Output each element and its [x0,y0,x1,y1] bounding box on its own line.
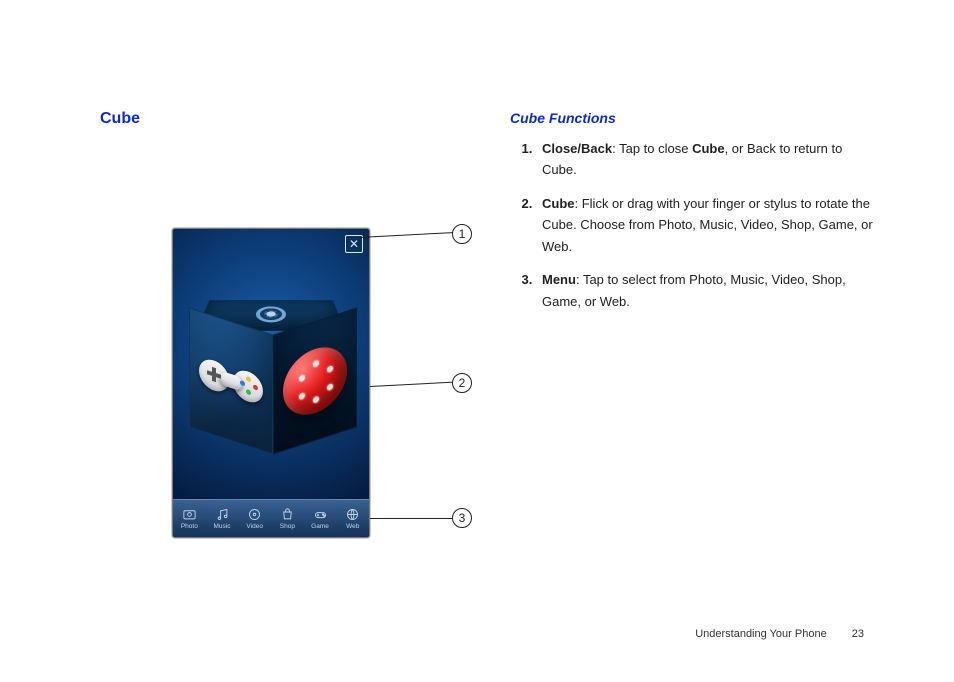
callout-1: 1 [452,224,472,244]
callout-line [359,232,453,238]
callout-3: 3 [452,508,472,528]
menu-label: Web [346,523,359,530]
desc-a: : Flick or drag with your finger or styl… [542,196,873,254]
function-item-3: Menu: Tap to select from Photo, Music, V… [536,269,874,312]
section-heading: Cube [100,110,470,128]
film-reel-icon [255,306,287,322]
left-column: Cube ✕ [100,110,470,528]
shop-icon [280,507,295,522]
desc-a: : Tap to close [612,141,692,156]
red-disc-icon [283,339,347,424]
right-column: Cube Functions Close/Back: Tap to close … [510,110,874,528]
function-item-2: Cube: Flick or drag with your finger or … [536,193,874,257]
menu-label: Music [214,523,231,530]
figure-wrapper: ✕ [100,168,470,528]
menu-label: Photo [181,523,198,530]
music-icon [215,507,230,522]
menu-item-web[interactable]: Web [336,500,369,537]
footer-section: Understanding Your Phone [695,628,827,640]
menu-item-shop[interactable]: Shop [271,500,304,537]
video-icon [247,507,262,522]
menu-bar: Photo Music Video Shop [173,499,369,537]
phone-screenshot: ✕ [172,228,370,538]
menu-item-game[interactable]: Game [304,500,337,537]
page-number: 23 [852,628,864,640]
term: Menu [542,272,576,287]
callout-2: 2 [452,373,472,393]
manual-page: Cube ✕ [0,0,954,682]
web-icon [345,507,360,522]
page-footer: Understanding Your Phone 23 [695,628,864,640]
cube-face-shop [273,307,357,454]
callout-line [370,518,454,519]
menu-label: Video [246,523,263,530]
desc-bold: Cube [692,141,725,156]
subsection-heading: Cube Functions [510,110,874,126]
cube-graphic[interactable] [189,279,355,469]
menu-item-photo[interactable]: Photo [173,500,206,537]
function-item-1: Close/Back: Tap to close Cube, or Back t… [536,138,874,181]
menu-label: Shop [280,523,295,530]
function-list: Close/Back: Tap to close Cube, or Back t… [510,138,874,312]
callout-line [370,382,454,387]
desc-a: : Tap to select from Photo, Music, Video… [542,272,846,308]
menu-label: Game [311,523,329,530]
term: Close/Back [542,141,612,156]
game-controller-icon [199,354,263,409]
menu-item-music[interactable]: Music [206,500,239,537]
menu-item-video[interactable]: Video [238,500,271,537]
photo-icon [182,507,197,522]
term: Cube [542,196,575,211]
game-icon [313,507,328,522]
